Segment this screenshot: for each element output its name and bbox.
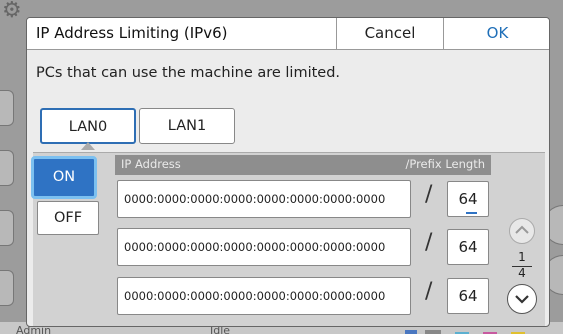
header-prefix-length: /Prefix Length (405, 157, 485, 171)
ip-address-input[interactable]: 0000:0000:0000:0000:0000:0000:0000:0000 (117, 277, 411, 315)
background-tab (0, 270, 14, 306)
tab-pointer (81, 142, 95, 150)
scroll-up-button[interactable] (509, 218, 535, 244)
background-tab (0, 150, 14, 186)
cancel-button[interactable]: Cancel (336, 18, 443, 49)
page-current: 1 (518, 250, 526, 264)
gear-icon: ⚙ (2, 0, 22, 23)
background-tab (0, 210, 14, 246)
prefix-length-input[interactable]: 64 (447, 278, 489, 314)
prefix-separator: / (425, 182, 433, 207)
table-header: IP Address /Prefix Length (115, 155, 491, 175)
on-button[interactable]: ON (31, 156, 97, 199)
tab-lan0[interactable]: LAN0 (40, 108, 136, 144)
dialog-title: IP Address Limiting (IPv6) (36, 24, 228, 42)
page-total: 4 (518, 266, 526, 280)
address-row: 0000:0000:0000:0000:0000:0000:0000:0000 … (115, 277, 491, 317)
prefix-separator: / (425, 230, 433, 255)
chevron-up-icon (515, 225, 529, 234)
prefix-length-input[interactable]: 64 (447, 229, 489, 265)
text-cursor (466, 212, 477, 214)
address-row: 0000:0000:0000:0000:0000:0000:0000:0000 … (115, 180, 491, 220)
prefix-separator: / (425, 279, 433, 304)
ip-address-input[interactable]: 0000:0000:0000:0000:0000:0000:0000:0000 (117, 180, 411, 218)
chevron-down-icon (515, 295, 529, 304)
address-row: 0000:0000:0000:0000:0000:0000:0000:0000 … (115, 228, 491, 268)
ip-address-input[interactable]: 0000:0000:0000:0000:0000:0000:0000:0000 (117, 228, 411, 266)
off-button[interactable]: OFF (37, 201, 99, 235)
background-tab (0, 90, 14, 126)
scroll-down-button[interactable] (507, 284, 537, 314)
dialog-title-bar: IP Address Limiting (IPv6) Cancel OK (27, 18, 549, 50)
tab-lan1[interactable]: LAN1 (139, 108, 235, 144)
header-ip-address: IP Address (121, 157, 181, 171)
info-message: PCs that can use the machine are limited… (36, 65, 341, 81)
ip-limiting-dialog: IP Address Limiting (IPv6) Cancel OK PCs… (26, 17, 550, 327)
ok-button[interactable]: OK (443, 18, 549, 49)
